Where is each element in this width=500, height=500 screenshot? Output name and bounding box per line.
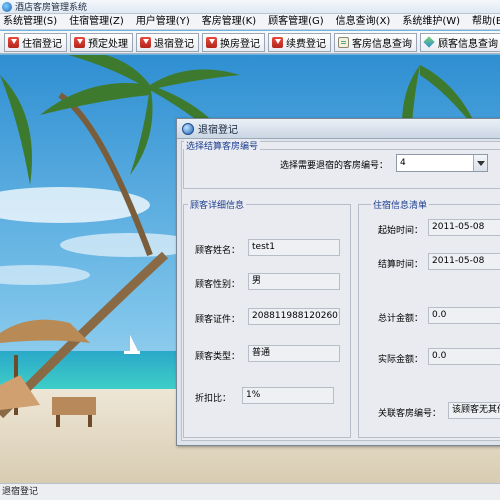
total-amount-label: 总计金额： xyxy=(378,314,424,324)
dialog-title-bar[interactable]: 退宿登记 xyxy=(177,119,500,139)
chevron-down-icon[interactable] xyxy=(473,155,487,171)
change-room-label: 换房登记 xyxy=(220,38,260,50)
room-select-label: 选择需要退宿的客房编号： xyxy=(280,161,389,171)
room-select-section-title: 选择结算客房编号 xyxy=(184,139,261,152)
menu-bar: 系统管理(S) 住宿管理(Z) 用户管理(Y) 客房管理(K) 顾客管理(G) … xyxy=(0,14,500,30)
guest-type-label: 顾客类型： xyxy=(195,352,241,362)
related-room-label: 关联客房编号： xyxy=(378,409,442,419)
dialog-title: 退宿登记 xyxy=(198,125,238,136)
guest-id-field[interactable]: 208811988120260199 xyxy=(248,308,340,325)
menu-users[interactable]: 用户管理(Y) xyxy=(130,14,196,30)
guest-type-field[interactable]: 普通 xyxy=(248,345,340,362)
guest-gender-label: 顾客性别： xyxy=(195,280,241,290)
checkout-button[interactable]: 退宿登记 xyxy=(136,32,199,52)
status-text: 退宿登记 xyxy=(2,487,39,497)
guest-name-field[interactable]: test1 xyxy=(248,239,340,256)
guest-gender-field[interactable]: 男 xyxy=(248,273,340,290)
menu-help[interactable]: 帮助(B) xyxy=(466,14,500,30)
red-arrow-icon xyxy=(206,36,217,48)
dialog-app-icon xyxy=(182,122,194,135)
red-arrow-icon xyxy=(8,36,19,48)
end-time-field[interactable]: 2011-05-08 xyxy=(428,253,500,270)
actual-amount-field[interactable]: 0.0 xyxy=(428,348,500,365)
room-query-button[interactable]: 客房信息查询 xyxy=(334,32,417,52)
checkout-label: 退宿登记 xyxy=(154,38,194,50)
window-title: 酒店客房管理系统 xyxy=(15,3,88,13)
document-icon xyxy=(338,36,349,48)
change-room-button[interactable]: 换房登记 xyxy=(202,32,265,52)
toolbar: 住宿登记 预定处理 退宿登记 换房登记 续费登记 客房信息查询 顾客信息查询 xyxy=(0,31,500,54)
total-amount-field[interactable]: 0.0 xyxy=(428,307,500,324)
reservation-button[interactable]: 预定处理 xyxy=(70,32,133,52)
checkin-button[interactable]: 住宿登记 xyxy=(4,32,67,52)
diamond-icon xyxy=(424,37,435,48)
end-time-label: 结算时间： xyxy=(378,260,424,270)
menu-query[interactable]: 信息查询(X) xyxy=(330,14,397,30)
discount-field[interactable]: 1% xyxy=(242,387,334,404)
menu-rooms[interactable]: 客房管理(K) xyxy=(196,14,262,30)
room-query-label: 客房信息查询 xyxy=(352,38,412,50)
app-icon xyxy=(2,1,12,12)
menu-system[interactable]: 系统管理(S) xyxy=(0,14,63,30)
checkout-dialog: 退宿登记 选择结算客房编号 选择需要退宿的客房编号： 4 顾客详细信息 顾客姓名… xyxy=(176,118,500,446)
checkin-label: 住宿登记 xyxy=(22,38,62,50)
guest-query-label: 顾客信息查询 xyxy=(438,38,498,50)
menu-maintenance[interactable]: 系统维护(W) xyxy=(396,14,466,30)
reservation-label: 预定处理 xyxy=(88,38,128,50)
renewal-label: 续费登记 xyxy=(286,38,326,50)
red-arrow-icon xyxy=(74,36,85,48)
guest-details-title: 顾客详细信息 xyxy=(188,198,247,211)
red-arrow-icon xyxy=(140,36,151,48)
start-time-label: 起始时间： xyxy=(378,226,424,236)
stay-details-title: 住宿信息清单 xyxy=(371,198,430,211)
discount-label: 折扣比： xyxy=(195,394,232,404)
room-number-select[interactable]: 4 xyxy=(396,154,488,172)
start-time-field[interactable]: 2011-05-08 xyxy=(428,219,500,236)
red-arrow-icon xyxy=(272,36,283,48)
room-number-value: 4 xyxy=(400,158,406,168)
menu-lodging[interactable]: 住宿管理(Z) xyxy=(63,14,130,30)
title-bar: 酒店客房管理系统 xyxy=(0,0,500,14)
related-room-field[interactable]: 该顾客无其他 xyxy=(448,402,500,419)
guest-name-label: 顾客姓名： xyxy=(195,246,241,256)
guest-query-button[interactable]: 顾客信息查询 xyxy=(420,32,500,52)
guest-id-label: 顾客证件： xyxy=(195,315,241,325)
actual-amount-label: 实际金额： xyxy=(378,355,424,365)
status-bar: 退宿登记 xyxy=(0,483,500,500)
menu-guests[interactable]: 顾客管理(G) xyxy=(262,14,330,30)
dialog-body: 选择结算客房编号 选择需要退宿的客房编号： 4 顾客详细信息 顾客姓名： tes… xyxy=(181,139,500,441)
renewal-button[interactable]: 续费登记 xyxy=(268,32,331,52)
